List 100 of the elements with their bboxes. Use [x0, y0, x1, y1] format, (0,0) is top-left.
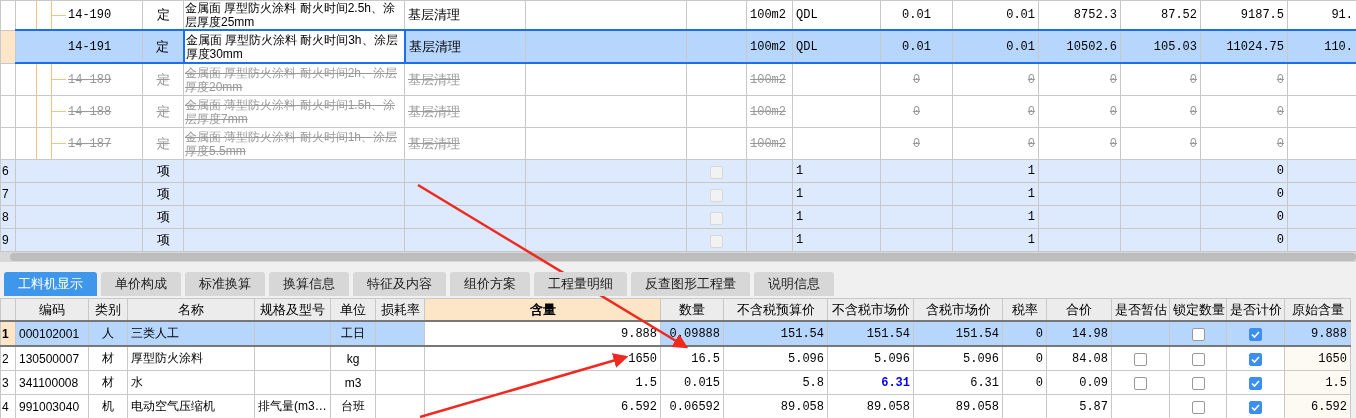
- table-cell: 0: [1109, 136, 1117, 151]
- table-cell: 0: [912, 104, 921, 119]
- table-cell: kg: [346, 351, 360, 366]
- table-cell: 1.5: [1325, 375, 1347, 390]
- type-cell: 定: [156, 135, 170, 151]
- tab[interactable]: 说明信息: [754, 272, 834, 296]
- table-cell: 0: [1109, 104, 1117, 119]
- table-cell: 84.08: [1072, 351, 1108, 366]
- table-cell: 1: [796, 233, 804, 247]
- table-cell: 0.01: [902, 8, 931, 22]
- checkbox[interactable]: [1134, 376, 1147, 390]
- table-cell: 5.87: [1079, 399, 1108, 414]
- checkbox[interactable]: [1249, 376, 1262, 390]
- table-cell: 0: [1109, 72, 1117, 87]
- table-cell: 电动空气压缩机: [131, 399, 215, 413]
- tab[interactable]: 反查图形工程量: [631, 272, 750, 296]
- table-cell: 6.592: [621, 399, 657, 414]
- table-cell: 机: [102, 399, 114, 413]
- horizontal-scrollbar[interactable]: [0, 252, 1356, 262]
- type-cell: 项: [156, 186, 170, 201]
- type-cell: 项: [156, 232, 170, 247]
- quota-code: 14-190: [68, 8, 112, 22]
- table-cell: 11024.75: [1226, 39, 1284, 54]
- table-cell: 1: [1027, 210, 1035, 224]
- table-cell: 89.058: [955, 399, 999, 414]
- table-cell: QDL: [796, 39, 818, 54]
- table-cell: 991003040: [19, 399, 80, 414]
- table-cell: 0: [1189, 136, 1197, 151]
- table-cell: 0.01: [902, 39, 931, 54]
- table-cell: 151.54: [866, 326, 910, 341]
- type-cell: 定: [156, 71, 170, 87]
- tab[interactable]: 单价构成: [101, 272, 181, 296]
- checkbox[interactable]: [1249, 352, 1262, 366]
- table-cell: 0.01: [1006, 8, 1035, 22]
- table-cell: 87.52: [1161, 8, 1197, 22]
- table-cell: 151.54: [780, 326, 824, 341]
- table-cell: 0: [1276, 187, 1284, 201]
- table-cell: 0: [912, 136, 921, 151]
- table-cell: 14.98: [1072, 326, 1108, 341]
- table-cell: 110.: [1324, 39, 1353, 54]
- quota-name: 金属面 薄型防火涂料 耐火时间1.5h、涂层厚度7mm: [185, 97, 396, 126]
- table-cell: 0: [1276, 210, 1284, 224]
- table-cell: 0: [1027, 136, 1035, 151]
- table-cell: 厚型防火涂料: [131, 351, 203, 365]
- checkbox[interactable]: [1249, 327, 1262, 341]
- table-cell: 89.058: [780, 399, 824, 414]
- table-cell: 0: [1027, 72, 1035, 87]
- table-cell: 1.5: [635, 375, 657, 390]
- quota-code: 14-189: [68, 72, 112, 87]
- table-cell: 0: [1276, 104, 1284, 119]
- checkbox[interactable]: [1191, 327, 1205, 341]
- table-cell: 0: [1035, 375, 1043, 390]
- table-cell: 排气量(m3…: [258, 399, 327, 413]
- table-cell: 000102001: [19, 326, 80, 341]
- table-cell: 0.09: [1079, 375, 1108, 390]
- row-number: 8: [2, 210, 9, 224]
- column-header[interactable]: 含量: [529, 301, 556, 317]
- table-cell: 10502.6: [1066, 39, 1117, 54]
- quota-code: 14-188: [68, 104, 112, 119]
- checkbox[interactable]: [1191, 376, 1205, 390]
- checkbox[interactable]: [1191, 400, 1205, 414]
- tab[interactable]: 特征及内容: [353, 272, 446, 296]
- type-cell: 定: [156, 103, 170, 119]
- row-number: 4: [2, 399, 9, 414]
- quota-name: 金属面 薄型防火涂料 耐火时间1h、涂层厚度5.5mm: [185, 129, 397, 158]
- checkbox[interactable]: [1191, 352, 1205, 366]
- row-number: 3: [2, 375, 9, 390]
- quota-code: 14-187: [68, 136, 112, 151]
- tab[interactable]: 标准换算: [185, 272, 265, 296]
- table-cell: 5.096: [874, 351, 910, 366]
- row-number: 2: [2, 351, 9, 366]
- tab[interactable]: 组价方案: [450, 272, 530, 296]
- type-cell: 定: [156, 7, 170, 22]
- feature-cell: 基层清理: [408, 103, 460, 119]
- table-cell: 16.5: [691, 351, 720, 366]
- checkbox[interactable]: [1249, 400, 1262, 414]
- table-cell: 5.8: [802, 375, 824, 390]
- table-cell: 100m2: [750, 136, 786, 151]
- table-cell: 100m2: [750, 72, 786, 87]
- tab[interactable]: 换算信息: [269, 272, 349, 296]
- table-cell: 6.31: [970, 375, 999, 390]
- column-header[interactable]: 名称: [178, 301, 204, 317]
- table-cell: 89.058: [866, 399, 910, 414]
- tab[interactable]: 工程量明细: [534, 272, 627, 296]
- table-cell: 0.06592: [669, 399, 720, 414]
- table-cell: 0: [912, 72, 921, 87]
- table-cell: 105.03: [1153, 39, 1197, 54]
- table-cell: 100m2: [750, 8, 786, 22]
- table-cell: 0: [1276, 136, 1284, 151]
- table-cell: 台班: [341, 399, 365, 413]
- table-cell: 工日: [341, 326, 365, 340]
- table-cell: 1: [796, 187, 804, 201]
- table-cell: 1650: [1318, 351, 1347, 366]
- table-cell: QDL: [796, 8, 818, 22]
- table-cell: 100m2: [750, 104, 786, 119]
- table-cell: 0: [1276, 72, 1284, 87]
- table-cell: 0: [1027, 104, 1035, 119]
- table-cell: 130500007: [19, 351, 80, 366]
- table-cell: 151.54: [955, 326, 999, 341]
- checkbox[interactable]: [1134, 352, 1147, 366]
